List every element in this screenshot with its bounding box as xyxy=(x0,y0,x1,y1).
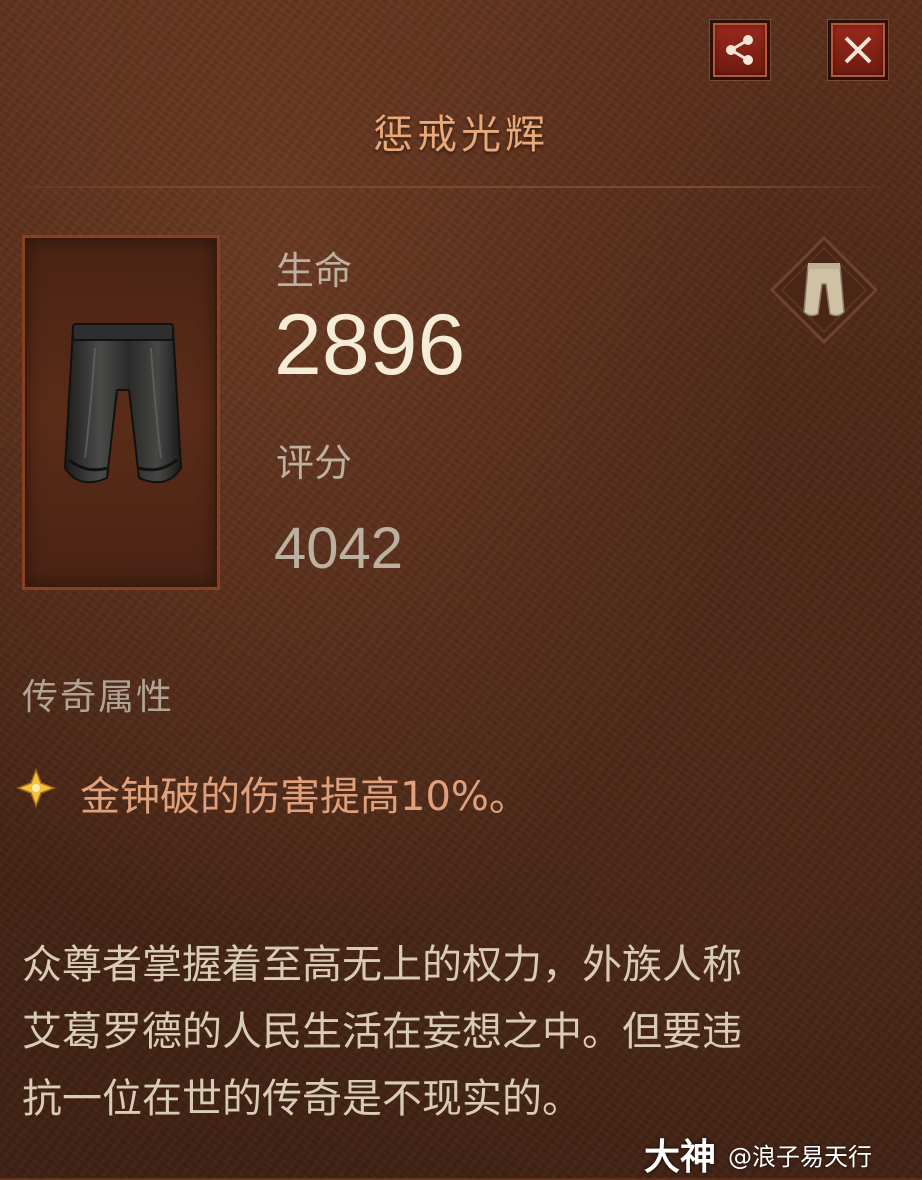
close-icon xyxy=(844,36,872,64)
legendary-affix: 金钟破的伤害提高10%。 xyxy=(80,774,529,820)
score-value: 4042 xyxy=(274,516,404,581)
flavor-line: 艾葛罗德的人民生活在妄想之中。但要违 xyxy=(22,1009,742,1055)
share-button[interactable] xyxy=(710,20,770,80)
score-label: 评分 xyxy=(276,441,353,485)
flavor-text: 众尊者掌握着至高无上的权力，外族人称 艾葛罗德的人民生活在妄想之中。但要违 抗一… xyxy=(22,932,882,1133)
flavor-line: 众尊者掌握着至高无上的权力，外族人称 xyxy=(22,942,742,988)
share-icon xyxy=(726,35,753,65)
legendary-section-title: 传奇属性 xyxy=(22,677,175,718)
title-divider xyxy=(20,186,882,188)
item-tooltip-panel: 惩戒光辉 生命 2896 评分 4042 传奇属性 金钟破的伤害提高10%。 众… xyxy=(0,0,922,1178)
watermark-user: @浪子易天行 xyxy=(728,1142,873,1171)
life-label: 生命 xyxy=(276,249,353,293)
pants-icon xyxy=(63,323,183,484)
pants-slot-icon xyxy=(769,236,879,344)
item-image-frame[interactable] xyxy=(22,235,220,590)
item-title: 惩戒光辉 xyxy=(373,112,549,158)
close-button[interactable] xyxy=(828,20,888,80)
life-value: 2896 xyxy=(274,297,466,393)
flavor-line: 抗一位在世的传奇是不现实的。 xyxy=(22,1076,582,1122)
watermark: 大神 @浪子易天行 xyxy=(644,1128,872,1180)
watermark-logo: 大神 xyxy=(644,1137,717,1178)
legendary-star-icon xyxy=(16,768,56,808)
